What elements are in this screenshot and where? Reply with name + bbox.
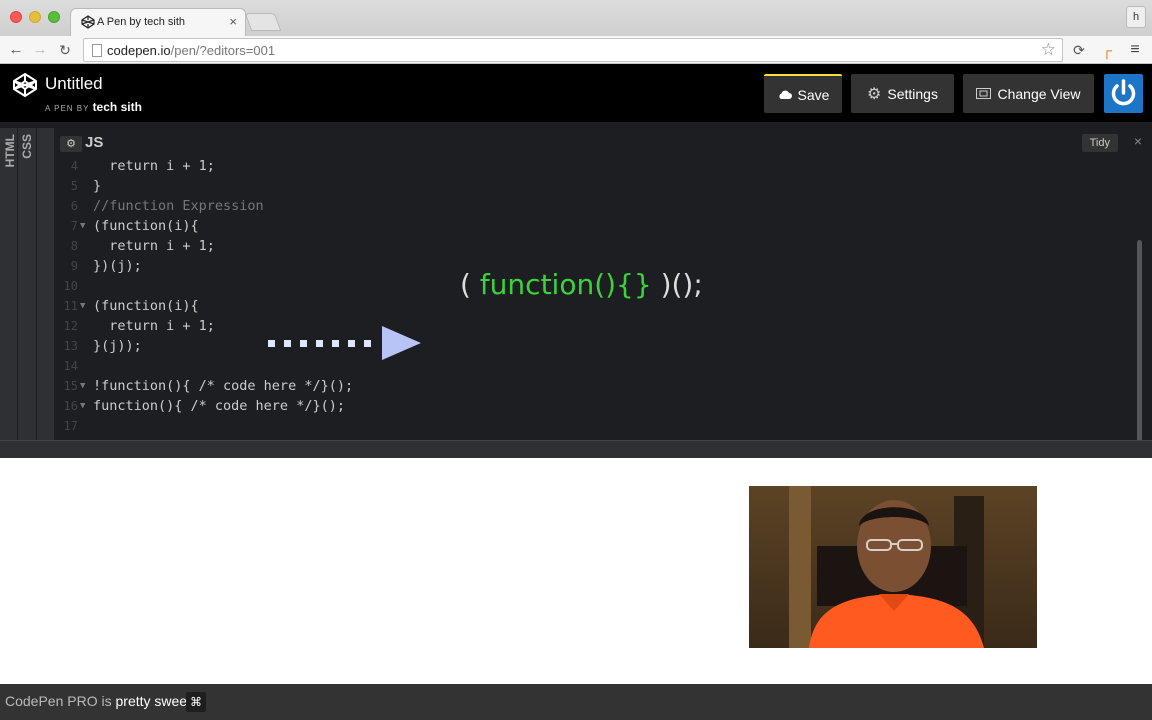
change-view-button[interactable]: Change View: [963, 74, 1094, 113]
browser-tab-strip: A Pen by tech sith × h: [0, 0, 1152, 36]
editor-close-icon[interactable]: ×: [1134, 133, 1142, 149]
divider: [36, 128, 37, 440]
code-text: !function(){ /* code here */}();: [93, 378, 354, 394]
codepen-header: Untitled A PEN BY tech sith Save ⚙ Setti…: [0, 64, 1152, 122]
line-number: 7: [70, 219, 78, 233]
line-number: 16: [63, 399, 78, 413]
cloud-icon: [778, 90, 792, 99]
code-text: (function(i){: [93, 218, 199, 234]
layout-icon: [976, 88, 992, 99]
sync-extension-icon[interactable]: ⟳: [1070, 41, 1088, 59]
code-comment: //function Expression: [93, 198, 264, 214]
editor-settings-gear-icon[interactable]: ⚙: [60, 136, 82, 152]
forward-arrow-icon[interactable]: →: [30, 40, 50, 60]
line-number: 9: [70, 259, 78, 273]
page-icon: [92, 44, 102, 57]
ruler-extension-icon[interactable]: ┌: [1098, 41, 1116, 59]
iife-overlay-caption: ( function(){} )();: [460, 268, 703, 301]
fold-arrow-icon[interactable]: ▼: [80, 221, 85, 231]
line-number: 14: [63, 359, 78, 373]
editor-scrollbar[interactable]: [1137, 240, 1142, 452]
code-text: }: [93, 178, 102, 194]
pen-author[interactable]: tech sith: [93, 100, 142, 114]
editor-resize-handle[interactable]: [0, 440, 1152, 458]
editor-language-label: JS: [85, 134, 104, 151]
codepen-logo-icon[interactable]: [12, 72, 38, 98]
bookmark-star-icon[interactable]: ☆: [1041, 40, 1056, 60]
line-number: 15: [63, 379, 78, 393]
code-text: return i + 1;: [93, 238, 215, 254]
tidy-button[interactable]: Tidy: [1081, 134, 1118, 152]
tab-html[interactable]: HTML: [3, 134, 17, 167]
save-button[interactable]: Save: [764, 74, 842, 113]
fold-arrow-icon[interactable]: ▼: [80, 381, 85, 391]
line-number: 11: [63, 299, 78, 313]
line-number: 17: [63, 419, 78, 433]
reload-icon[interactable]: ↻: [55, 40, 75, 60]
line-number: 4: [70, 159, 78, 173]
collapsed-editor-tabs: HTML CSS: [0, 128, 54, 440]
power-icon: [1111, 79, 1136, 106]
dotted-arrow-icon: [268, 326, 421, 360]
url-text: codepen.io/pen/?editors=001: [107, 43, 276, 58]
line-number: 10: [63, 279, 78, 293]
window-minimize-button[interactable]: [29, 11, 41, 23]
code-text: (function(i){: [93, 298, 199, 314]
tab-close-icon[interactable]: ×: [229, 14, 237, 29]
code-text: function(){ /* code here */}();: [93, 398, 345, 414]
fold-arrow-icon[interactable]: ▼: [80, 301, 85, 311]
fold-arrow-icon[interactable]: ▼: [80, 401, 85, 411]
divider: [17, 128, 18, 440]
pro-promo-text[interactable]: CodePen PRO is pretty sweet.: [5, 693, 195, 709]
footer-bar: CodePen PRO is pretty sweet. ⌘: [0, 684, 1152, 720]
webcam-video: [749, 486, 1037, 648]
new-tab-button[interactable]: [244, 13, 282, 31]
gear-icon: ⚙: [867, 85, 882, 103]
pen-byline: A PEN BY tech sith: [45, 100, 142, 114]
window-maximize-button[interactable]: [48, 11, 60, 23]
browser-tab[interactable]: A Pen by tech sith ×: [70, 8, 246, 36]
line-number: 6: [70, 199, 78, 213]
js-editor-header: ⚙ JS Tidy ×: [54, 128, 1152, 158]
back-arrow-icon[interactable]: ←: [6, 40, 26, 60]
tab-css[interactable]: CSS: [20, 134, 34, 159]
code-text: return i + 1;: [93, 158, 215, 174]
codepen-favicon-icon: [81, 15, 95, 29]
code-text: })(j);: [93, 258, 142, 274]
keyboard-shortcuts-icon[interactable]: ⌘: [186, 692, 206, 712]
pen-title[interactable]: Untitled: [45, 74, 103, 94]
editor-area: HTML CSS ⚙ JS Tidy × 4 return i + 1; 5 }…: [0, 122, 1152, 458]
profile-button[interactable]: h: [1126, 6, 1146, 28]
line-number: 12: [63, 319, 78, 333]
menu-icon[interactable]: ≡: [1126, 41, 1144, 59]
account-power-button[interactable]: [1104, 74, 1143, 113]
line-number: 8: [70, 239, 78, 253]
code-text: }(j));: [93, 338, 142, 354]
address-bar[interactable]: codepen.io/pen/?editors=001 ☆: [83, 38, 1063, 62]
browser-toolbar: ← → ↻ codepen.io/pen/?editors=001 ☆ ⟳ ┌ …: [0, 36, 1152, 64]
line-number: 5: [70, 179, 78, 193]
window-close-button[interactable]: [10, 11, 22, 23]
settings-button[interactable]: ⚙ Settings: [851, 74, 954, 113]
code-text: return i + 1;: [93, 318, 215, 334]
line-number: 13: [63, 339, 78, 353]
tab-title: A Pen by tech sith: [97, 16, 186, 28]
result-preview: [0, 458, 1152, 684]
